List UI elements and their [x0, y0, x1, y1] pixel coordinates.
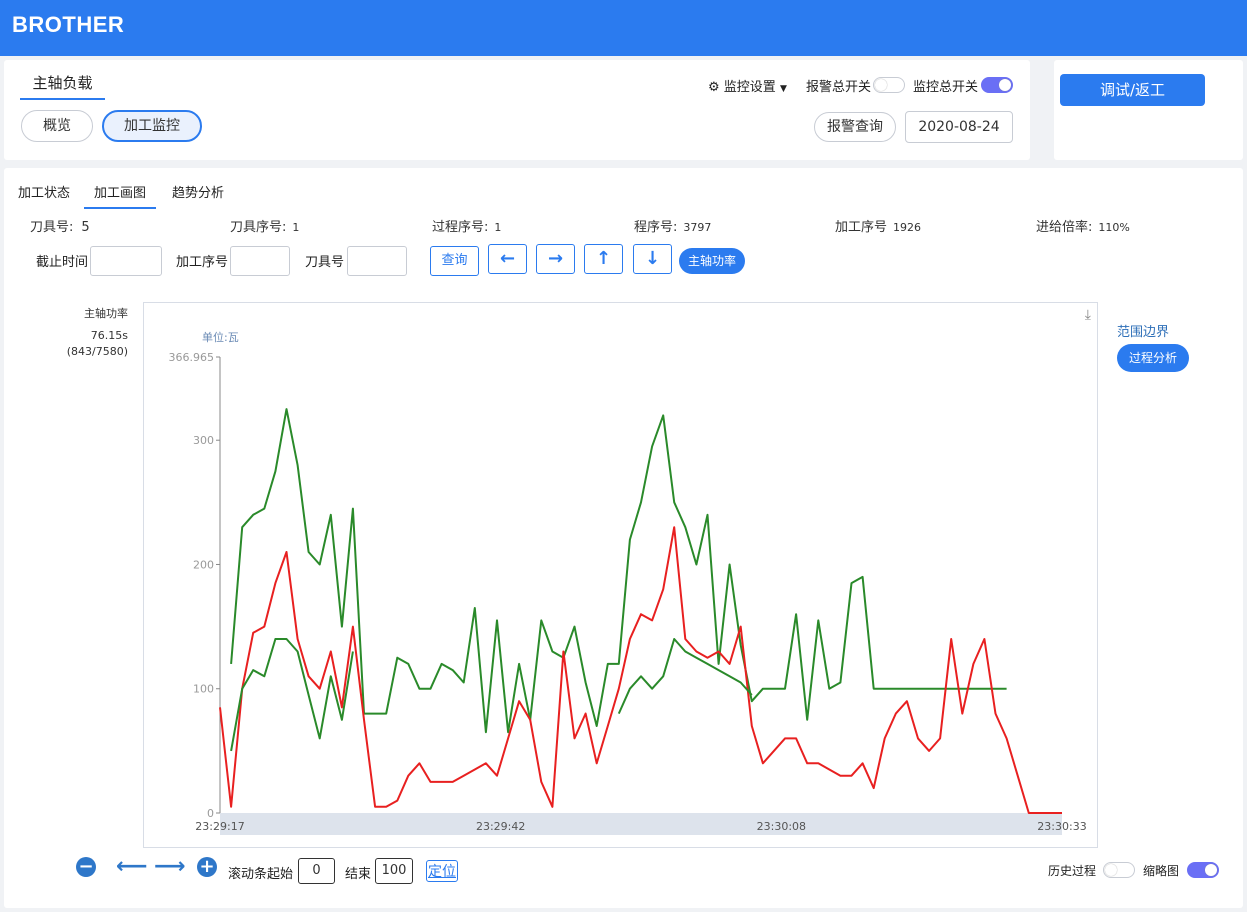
- arrow-down-button[interactable]: ↓: [633, 244, 672, 274]
- debug-rework-button[interactable]: 调试/返工: [1060, 74, 1205, 106]
- cutoff-input[interactable]: [90, 246, 162, 276]
- alarm-switch-label: 报警总开关: [806, 80, 872, 95]
- tool-input[interactable]: [347, 246, 407, 276]
- range-boundary-link[interactable]: 范围边界: [1117, 321, 1169, 340]
- caret-down-icon: ▼: [779, 84, 787, 94]
- nav-overview-button[interactable]: 概览: [21, 110, 93, 142]
- monitor-settings-menu[interactable]: ⚙ 监控设置 ▼: [708, 76, 787, 95]
- zoom-in-icon[interactable]: +: [197, 857, 217, 877]
- process-analysis-button[interactable]: 过程分析: [1117, 344, 1189, 372]
- mach-seq-filter-label: 加工序号: [176, 255, 229, 270]
- top-bar: BROTHER: [0, 0, 1247, 56]
- tool-filter-label: 刀具号: [305, 255, 345, 270]
- scroll-right-icon[interactable]: ⟶: [154, 856, 186, 878]
- scroll-start-input[interactable]: 0: [298, 858, 335, 884]
- zoom-out-icon[interactable]: −: [76, 857, 96, 877]
- arrow-left-button[interactable]: ←: [488, 244, 527, 274]
- arrow-down-icon: ↓: [644, 248, 661, 269]
- alarm-switch[interactable]: [873, 77, 905, 93]
- arrow-right-icon: →: [547, 248, 564, 269]
- alarm-query-button[interactable]: 报警查询: [814, 112, 896, 142]
- cursor-position: (843/7580): [66, 345, 128, 358]
- info-tool-no: 刀具号: 5: [30, 220, 90, 235]
- info-mach-seq: 加工序号 1926: [835, 220, 922, 235]
- history-switch[interactable]: [1103, 862, 1135, 878]
- history-label: 历史过程: [1048, 864, 1097, 878]
- thumbnail-switch[interactable]: [1187, 862, 1219, 878]
- nav-monitor-button[interactable]: 加工监控: [102, 110, 202, 142]
- scroll-end-label: 结束: [345, 867, 372, 882]
- info-program: 程序号: 3797: [634, 220, 712, 235]
- mach-seq-input[interactable]: [230, 246, 290, 276]
- query-button[interactable]: 查询: [430, 246, 479, 276]
- gear-icon: ⚙: [708, 80, 720, 95]
- scroll-start-label: 滚动条起始: [228, 867, 294, 882]
- cursor-time: 76.15s: [90, 329, 128, 342]
- date-picker[interactable]: 2020-08-24: [905, 111, 1013, 143]
- tab-trend-analysis[interactable]: 趋势分析: [172, 182, 224, 201]
- arrow-right-button[interactable]: →: [536, 244, 575, 274]
- monitor-switch[interactable]: [981, 77, 1013, 93]
- thumbnail-label: 缩略图: [1143, 864, 1180, 878]
- arrow-up-icon: ↑: [595, 248, 612, 269]
- info-proc-seq: 过程序号: 1: [432, 220, 502, 235]
- download-icon[interactable]: ⤓: [1085, 307, 1091, 323]
- spindle-power-button[interactable]: 主轴功率: [679, 248, 745, 274]
- chart-panel: ⤓: [143, 302, 1098, 848]
- info-tool-seq: 刀具序号: 1: [230, 220, 300, 235]
- scroll-end-input[interactable]: 100: [375, 858, 413, 884]
- scroll-left-icon[interactable]: ⟵: [116, 856, 148, 878]
- tab-machining-status[interactable]: 加工状态: [18, 182, 70, 201]
- arrow-up-button[interactable]: ↑: [584, 244, 623, 274]
- info-feed-rate: 进给倍率: 110%: [1036, 220, 1130, 235]
- monitor-switch-label: 监控总开关: [913, 80, 979, 95]
- locate-link[interactable]: 定位: [426, 860, 458, 882]
- arrow-left-icon: ←: [499, 248, 516, 269]
- cutoff-label: 截止时间: [36, 255, 89, 270]
- tab-machining-chart[interactable]: 加工画图: [84, 182, 157, 209]
- tab-spindle-load[interactable]: 主轴负载: [20, 72, 105, 100]
- brand-logo: BROTHER: [12, 12, 125, 37]
- series-label: 主轴功率: [84, 307, 128, 320]
